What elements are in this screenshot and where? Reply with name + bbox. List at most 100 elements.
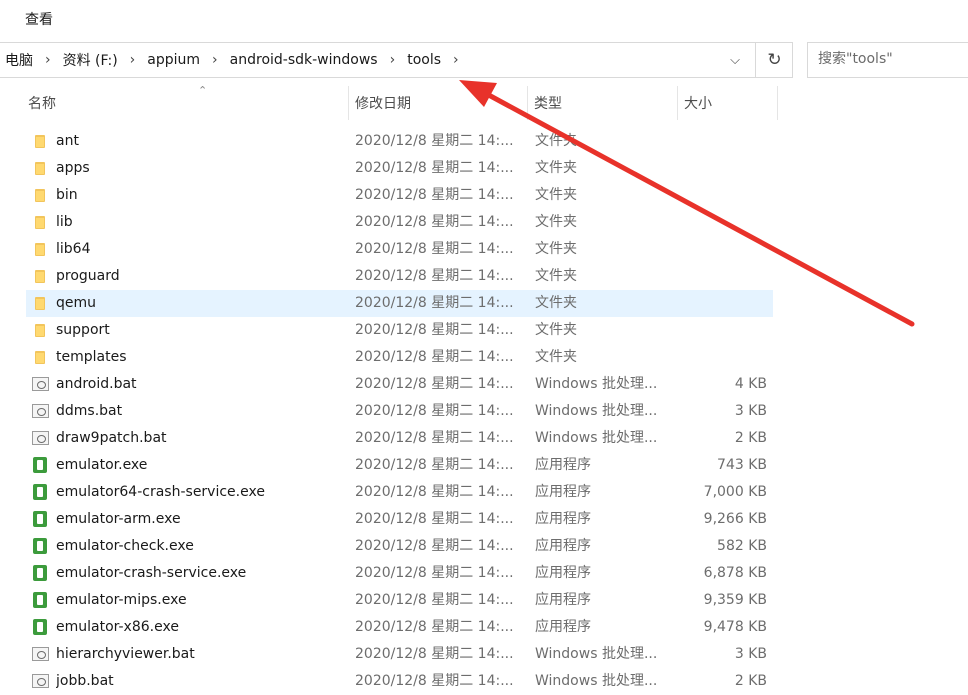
file-size: [682, 263, 767, 290]
file-type: 文件夹: [535, 349, 577, 365]
application-icon: [33, 511, 47, 527]
file-size: [682, 290, 767, 317]
file-size: 4 KB: [734, 376, 767, 392]
application-icon: [33, 484, 47, 500]
file-type: 文件夹: [535, 187, 577, 203]
file-date: 2020/12/8 星期二 14:...: [355, 565, 514, 581]
search-box[interactable]: [807, 42, 968, 78]
file-row[interactable]: emulator64-crash-service.exe 2020/12/8 星期…: [26, 479, 773, 506]
file-name: emulator-check.exe: [56, 538, 194, 554]
chevron-right-icon[interactable]: ›: [39, 52, 57, 68]
file-row[interactable]: proguard 2020/12/8 星期二 14:... 文件夹: [26, 263, 773, 290]
application-icon: [33, 457, 47, 473]
file-size: 743 KB: [717, 457, 767, 473]
batch-file-icon: [32, 674, 49, 688]
file-date: 2020/12/8 星期二 14:...: [355, 133, 514, 149]
chevron-right-icon[interactable]: ›: [206, 52, 224, 68]
file-date: 2020/12/8 星期二 14:...: [355, 511, 514, 527]
file-row[interactable]: bin 2020/12/8 星期二 14:... 文件夹: [26, 182, 773, 209]
file-name: apps: [56, 160, 90, 176]
refresh-button[interactable]: ↻: [755, 43, 793, 77]
search-input[interactable]: [816, 50, 968, 68]
file-date: 2020/12/8 星期二 14:...: [355, 214, 514, 230]
file-row[interactable]: emulator-check.exe 2020/12/8 星期二 14:... 应用…: [26, 533, 773, 560]
file-row[interactable]: ant 2020/12/8 星期二 14:... 文件夹: [26, 128, 773, 155]
breadcrumb-item[interactable]: android-sdk-windows: [224, 52, 384, 68]
file-name: emulator.exe: [56, 457, 148, 473]
file-row[interactable]: android.bat 2020/12/8 星期二 14:... Windows 批…: [26, 371, 773, 398]
breadcrumb-item[interactable]: 资料 (F:): [57, 50, 124, 70]
file-size: 6,878 KB: [703, 565, 767, 581]
column-name[interactable]: 名称 ⌃: [22, 84, 349, 120]
file-type: 应用程序: [535, 457, 591, 473]
column-date[interactable]: 修改日期: [349, 86, 528, 120]
file-name: emulator64-crash-service.exe: [56, 484, 265, 500]
column-type-label: 类型: [534, 96, 562, 112]
file-size: 2 KB: [734, 430, 767, 446]
file-type: 应用程序: [535, 484, 591, 500]
file-date: 2020/12/8 星期二 14:...: [355, 187, 514, 203]
file-row[interactable]: templates 2020/12/8 星期二 14:... 文件夹: [26, 344, 773, 371]
file-row[interactable]: emulator-crash-service.exe 2020/12/8 星期二 …: [26, 560, 773, 587]
file-row[interactable]: draw9patch.bat 2020/12/8 星期二 14:... Window…: [26, 425, 773, 452]
file-row[interactable]: ddms.bat 2020/12/8 星期二 14:... Windows 批处理.…: [26, 398, 773, 425]
file-type: 文件夹: [535, 268, 577, 284]
application-icon: [33, 592, 47, 608]
file-row[interactable]: emulator-mips.exe 2020/12/8 星期二 14:... 应用程…: [26, 587, 773, 614]
file-row[interactable]: hierarchyviewer.bat 2020/12/8 星期二 14:... W…: [26, 641, 773, 668]
application-icon: [33, 619, 47, 635]
application-icon: [33, 538, 47, 554]
column-header: 名称 ⌃ 修改日期 类型 大小: [0, 84, 968, 120]
file-date: 2020/12/8 星期二 14:...: [355, 160, 514, 176]
file-date: 2020/12/8 星期二 14:...: [355, 295, 514, 311]
file-date: 2020/12/8 星期二 14:...: [355, 538, 514, 554]
breadcrumb-item[interactable]: 电脑: [0, 50, 39, 70]
file-date: 2020/12/8 星期二 14:...: [355, 349, 514, 365]
chevron-right-icon[interactable]: ›: [384, 52, 402, 68]
folder-icon: [32, 241, 48, 257]
file-size: [682, 344, 767, 371]
file-name: emulator-arm.exe: [56, 511, 181, 527]
file-date: 2020/12/8 星期二 14:...: [355, 403, 514, 419]
file-size: 3 KB: [734, 403, 767, 419]
file-size: [682, 128, 767, 155]
file-row[interactable]: emulator-arm.exe 2020/12/8 星期二 14:... 应用程序…: [26, 506, 773, 533]
breadcrumb-item[interactable]: appium: [141, 52, 206, 68]
breadcrumb-item[interactable]: tools: [401, 52, 447, 68]
chevron-right-icon[interactable]: ›: [124, 52, 142, 68]
file-row[interactable]: jobb.bat 2020/12/8 星期二 14:... Windows 批处理.…: [26, 668, 773, 695]
toolbar: 电脑 › 资料 (F:) › appium › android-sdk-windows › to…: [0, 38, 968, 82]
file-name: android.bat: [56, 376, 137, 392]
menu-view[interactable]: 查看: [25, 9, 53, 29]
file-size: [682, 236, 767, 263]
file-date: 2020/12/8 星期二 14:...: [355, 241, 514, 257]
file-type: 文件夹: [535, 214, 577, 230]
address-bar[interactable]: 电脑 › 资料 (F:) › appium › android-sdk-windows › to…: [0, 42, 793, 78]
file-row[interactable]: lib 2020/12/8 星期二 14:... 文件夹: [26, 209, 773, 236]
column-size[interactable]: 大小: [678, 86, 778, 120]
file-size: 9,266 KB: [703, 511, 767, 527]
file-row[interactable]: lib64 2020/12/8 星期二 14:... 文件夹: [26, 236, 773, 263]
file-size: [682, 209, 767, 236]
chevron-right-icon[interactable]: ›: [447, 52, 465, 68]
chevron-down-icon: ⌵: [730, 52, 740, 68]
file-name: qemu: [56, 295, 97, 311]
file-row[interactable]: support 2020/12/8 星期二 14:... 文件夹: [26, 317, 773, 344]
folder-icon: [32, 187, 48, 203]
folder-icon: [32, 160, 48, 176]
batch-file-icon: [32, 404, 49, 418]
file-date: 2020/12/8 星期二 14:...: [355, 592, 514, 608]
file-row[interactable]: emulator.exe 2020/12/8 星期二 14:... 应用程序 743 …: [26, 452, 773, 479]
file-type: 应用程序: [535, 592, 591, 608]
file-row[interactable]: qemu 2020/12/8 星期二 14:... 文件夹: [26, 290, 773, 317]
file-type: Windows 批处理...: [535, 403, 658, 419]
file-date: 2020/12/8 星期二 14:...: [355, 619, 514, 635]
file-name: support: [56, 322, 110, 338]
column-type[interactable]: 类型: [528, 86, 678, 120]
file-size: 582 KB: [717, 538, 767, 554]
file-row[interactable]: apps 2020/12/8 星期二 14:... 文件夹: [26, 155, 773, 182]
file-date: 2020/12/8 星期二 14:...: [355, 484, 514, 500]
file-row[interactable]: emulator-x86.exe 2020/12/8 星期二 14:... 应用程序…: [26, 614, 773, 641]
address-dropdown-button[interactable]: ⌵: [717, 43, 753, 77]
file-name: jobb.bat: [56, 673, 114, 689]
